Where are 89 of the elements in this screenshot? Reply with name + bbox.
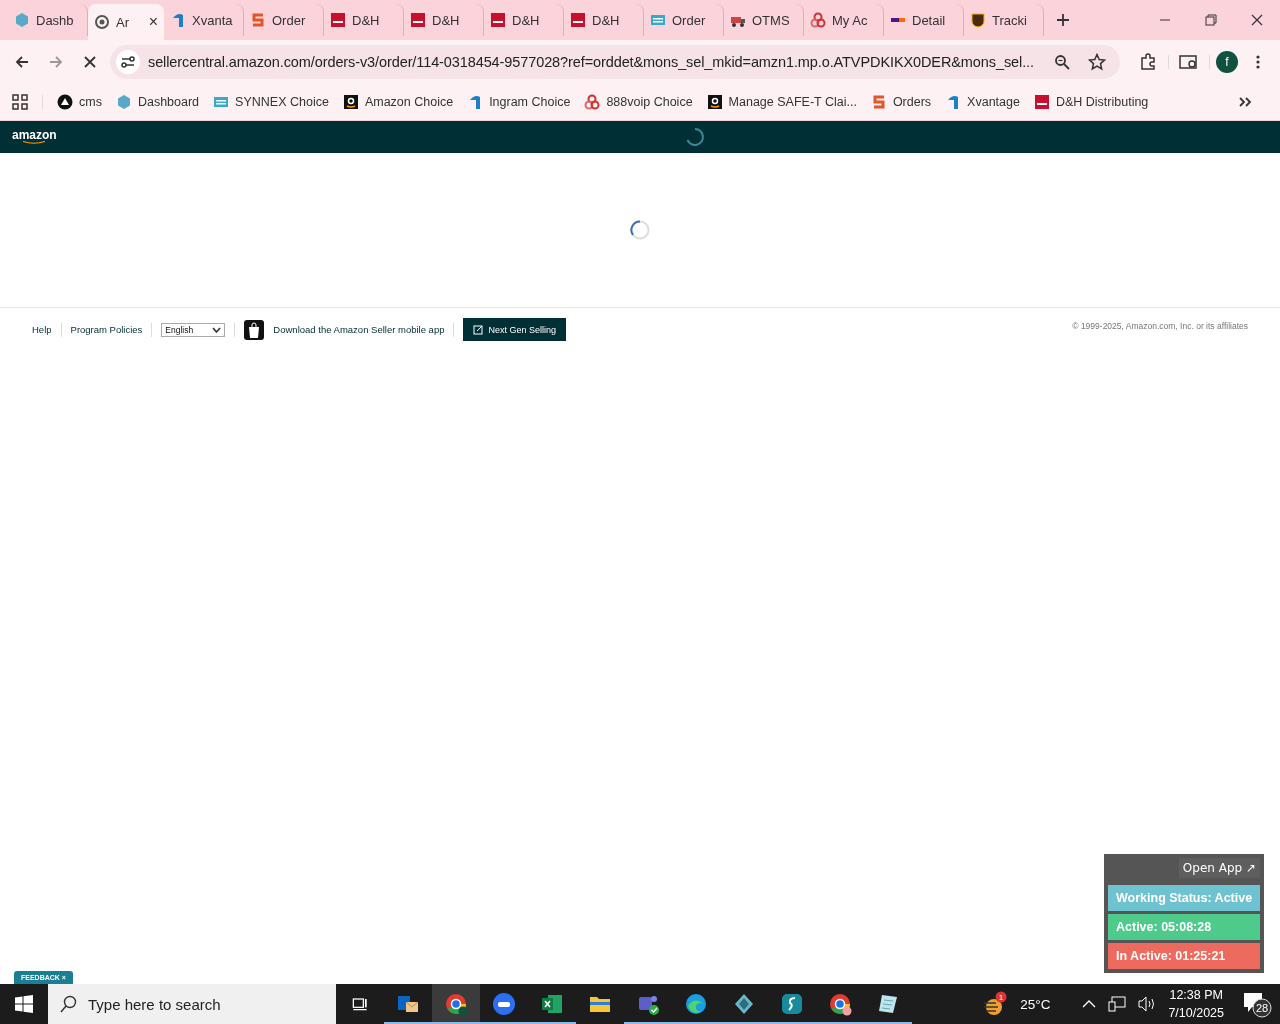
diamond-icon (732, 992, 756, 1016)
speaker-icon[interactable] (1138, 996, 1157, 1012)
browser-tab[interactable]: Tracki (964, 4, 1044, 36)
hexagon-icon (115, 94, 132, 110)
status-row: Working Status: Active (1108, 885, 1260, 911)
rings-icon (810, 12, 826, 28)
browser-tab[interactable]: D&H (404, 4, 484, 36)
taskbar-app[interactable] (432, 984, 480, 1024)
chrome-icon (828, 992, 852, 1016)
browser-tab[interactable]: Order (244, 4, 324, 36)
search-icon (60, 995, 78, 1013)
new-tab-icon[interactable] (1056, 13, 1070, 27)
browser-tab[interactable]: D&H (484, 4, 564, 36)
next-gen-selling-button[interactable]: Next Gen Selling (463, 318, 566, 341)
square-logo-icon (490, 12, 506, 28)
chevron-icon[interactable] (1238, 96, 1252, 108)
browser-tab[interactable]: Xvanta (164, 4, 244, 36)
s-shape-icon (250, 12, 266, 28)
footer-link[interactable]: Help (32, 324, 52, 335)
chevron-up-icon[interactable] (1082, 999, 1097, 1009)
external-link-icon (473, 324, 484, 335)
bookmark-link[interactable]: 888voip Choice (606, 95, 693, 109)
zoom-icon (492, 992, 516, 1016)
bookmark-link[interactable]: D&H Distributing (1055, 95, 1149, 109)
copyright-text: © 1999-2025, Amazon.com, Inc. or its affiliates (1072, 320, 1248, 331)
notepad-icon (876, 992, 900, 1016)
star-icon[interactable] (1088, 53, 1106, 71)
square-logo-icon (570, 12, 586, 28)
chrome-icon (444, 992, 468, 1016)
a-letter-icon (706, 94, 723, 110)
footer-link[interactable]: Program Policies (70, 324, 143, 335)
browser-tab[interactable]: Detail (884, 4, 964, 36)
shield-icon (970, 12, 986, 28)
loading-spinner-icon (684, 127, 705, 147)
profile-avatar[interactable]: f (1216, 51, 1238, 73)
close-icon[interactable] (1251, 14, 1263, 26)
language-select[interactable]: English (161, 322, 226, 337)
browser-tab[interactable]: D&H (324, 4, 404, 36)
back-icon[interactable] (14, 54, 30, 70)
app-download-link[interactable]: Download the Amazon Seller mobile app (273, 324, 445, 335)
apps-grid-icon[interactable] (12, 94, 28, 110)
browser-tab[interactable]: D&H (564, 4, 644, 36)
bookmark-link[interactable]: Dashboard (137, 95, 200, 109)
square-logo-icon (330, 12, 346, 28)
close-icon[interactable]: × (148, 13, 158, 31)
forward-icon[interactable] (48, 54, 64, 70)
menu-icon[interactable] (1256, 54, 1260, 70)
browser-tab[interactable]: Ar × (88, 4, 164, 40)
rings-icon (584, 94, 601, 110)
stripes-icon (213, 94, 230, 110)
hook-icon (170, 12, 186, 28)
open-app-button[interactable]: Open App ↗ (1178, 858, 1260, 878)
bookmark-link[interactable]: Manage SAFE-T Clai... (728, 95, 857, 109)
taskbar-clock[interactable]: 12:38 PM 7/10/2025 (1168, 986, 1224, 1022)
address-bar[interactable]: sellercentral.amazon.com/orders-v3/order/114-0318454-9577028?ref=orddet&mons_sel_mkid=amzn1.mp.o.ATVPDKIKX0DER&mons_sel... (110, 45, 1120, 79)
site-settings-icon[interactable] (116, 50, 140, 74)
square-logo-icon (410, 12, 426, 28)
browser-tab[interactable]: My Ac (804, 4, 884, 36)
bookmark-link[interactable]: Orders (892, 95, 932, 109)
shopping-bag-icon (244, 319, 265, 340)
hexagon-icon (14, 12, 30, 28)
stop-icon[interactable] (83, 55, 97, 69)
loading-spinner-icon (629, 219, 651, 241)
extensions-icon[interactable] (1139, 53, 1157, 71)
a-letter-icon (342, 94, 359, 110)
restore-icon[interactable] (1205, 14, 1217, 26)
bookmark-link[interactable]: Xvantage (967, 95, 1020, 109)
bookmark-link[interactable]: cms (79, 95, 102, 109)
amazon-logo[interactable]: amazon (12, 129, 57, 145)
bookmark-link[interactable]: Amazon Choice (364, 95, 454, 109)
square-logo-icon (1033, 94, 1050, 110)
wave-circle-icon (684, 992, 708, 1016)
zoom-icon[interactable] (1054, 54, 1070, 70)
taskbar-search-field[interactable]: Type here to search (48, 984, 336, 1024)
caret-icon (212, 326, 222, 333)
s-wave-icon (780, 992, 804, 1016)
temperature-text[interactable]: 25°C (1020, 996, 1051, 1012)
spreadsheet-icon (540, 992, 564, 1016)
status-row: In Active: 01:25:21 (1108, 943, 1260, 969)
bookmark-link[interactable]: Ingram Choice (489, 95, 571, 109)
windows-start-icon[interactable] (15, 995, 33, 1013)
globe-icon (94, 14, 110, 30)
tab-search-icon[interactable] (1179, 54, 1199, 70)
browser-tab[interactable]: OTMS (724, 4, 804, 36)
status-row: Active: 05:08:28 (1108, 914, 1260, 940)
stripes-icon (650, 12, 666, 28)
browser-tab[interactable]: Order (644, 4, 724, 36)
bookmark-link[interactable]: SYNNEX Choice (235, 95, 329, 109)
network-icon[interactable] (1108, 996, 1127, 1012)
